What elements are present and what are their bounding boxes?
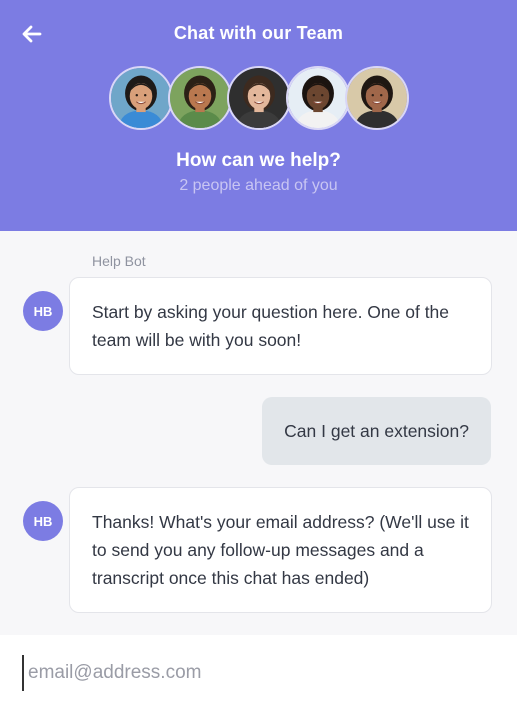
bot-avatar: HB: [23, 291, 63, 331]
message-bubble-user: Can I get an extension?: [262, 397, 491, 465]
bot-initials: HB: [33, 513, 53, 529]
message-list[interactable]: Help Bot HB Start by asking your questio…: [0, 231, 517, 635]
message-text: Can I get an extension?: [284, 421, 469, 441]
bot-initials: HB: [33, 303, 53, 319]
composer: [0, 635, 517, 710]
email-input[interactable]: [22, 655, 492, 691]
sender-label: Help Bot: [92, 253, 146, 269]
message-bubble-bot: Thanks! What's your email address? (We'l…: [69, 487, 492, 613]
chat-title: Chat with our Team: [173, 23, 344, 43]
help-title: How can we help?: [176, 150, 341, 171]
team-member-3-avatar: [226, 66, 291, 130]
team-member-2-avatar: [167, 66, 232, 130]
team-member-5-avatar: [344, 66, 409, 130]
team-avatars: [0, 66, 517, 130]
message-text: Thanks! What's your email address? (We'l…: [92, 512, 469, 588]
queue-status: 2 people ahead of you: [179, 177, 338, 194]
message-text: Start by asking your question here. One …: [92, 302, 450, 350]
bot-avatar: HB: [23, 501, 63, 541]
chat-header: Chat with our Team How can we help? 2 pe…: [0, 0, 517, 231]
message-bubble-bot: Start by asking your question here. One …: [69, 277, 492, 375]
team-member-4-avatar: [285, 66, 350, 130]
team-member-1-avatar: [108, 66, 173, 130]
